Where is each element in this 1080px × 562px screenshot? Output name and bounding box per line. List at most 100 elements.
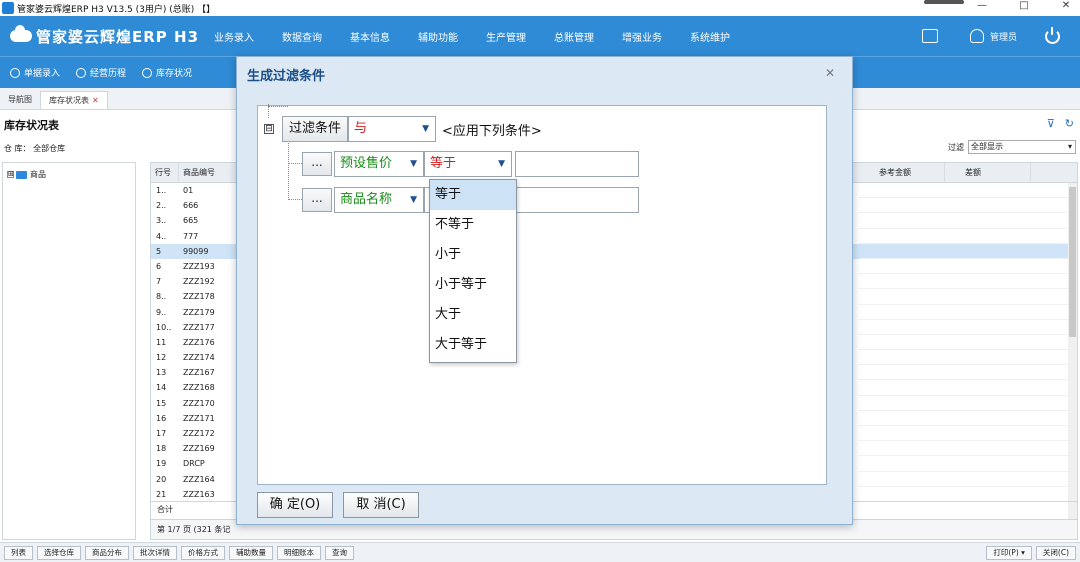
table-row-right[interactable] [859, 426, 1077, 442]
tree-node-products[interactable]: ⊞ 商品 [7, 169, 131, 180]
menu-item-ledger[interactable]: 总账管理 [554, 29, 594, 44]
dropdown-arrow-icon: ▼ [410, 159, 417, 169]
quick-business-history[interactable]: 经营历程 [76, 66, 126, 79]
window-title-bar: 管家婆云辉煌ERP H3 V13.5 (3用户) (总账) 【】 — □ ✕ [0, 0, 1080, 16]
menu-item-production[interactable]: 生产管理 [486, 29, 526, 44]
filter-icon[interactable]: ⊽ [1047, 117, 1055, 130]
user-name[interactable]: 管理员 [990, 30, 1017, 43]
table-row-right[interactable] [859, 274, 1077, 290]
cell-row-no: 1.. [156, 186, 167, 195]
cell-code: ZZZ192 [183, 277, 215, 287]
tab-stock-status[interactable]: 库存状况表 ✕ [40, 91, 108, 109]
table-row-right[interactable] [859, 411, 1077, 426]
table-row-right[interactable] [859, 396, 1077, 411]
menu-item-auxiliary[interactable]: 辅助功能 [418, 29, 458, 44]
refresh-icon[interactable]: ↻ [1065, 117, 1074, 130]
col-header-difference[interactable]: 差额 [945, 163, 1031, 182]
collapse-icon[interactable]: ⊟ [264, 124, 274, 134]
batch-detail-button[interactable]: 批次详情 [133, 545, 177, 560]
price-mode-button[interactable]: 价格方式 [181, 545, 225, 560]
minimize-button[interactable]: — [974, 0, 990, 11]
power-icon[interactable] [1045, 26, 1060, 44]
tab-close-icon[interactable]: ✕ [92, 96, 99, 105]
vertical-scrollbar[interactable] [1068, 183, 1077, 539]
table-row-right[interactable] [859, 305, 1077, 320]
list-button[interactable]: 列表 [4, 545, 33, 560]
quick-document-entry[interactable]: 单据录入 [10, 66, 60, 79]
col-header-row-no[interactable]: 行号 [151, 163, 179, 182]
dialog-close-icon[interactable]: ✕ [824, 67, 836, 79]
condition-more-button[interactable]: ... [302, 188, 332, 212]
close-window-button[interactable]: ✕ [1058, 0, 1074, 11]
table-row-right[interactable] [859, 365, 1077, 381]
dropdown-option-greater[interactable]: 大于 [430, 300, 516, 330]
maximize-button[interactable]: □ [1016, 0, 1032, 11]
dropdown-option-not-equal[interactable]: 不等于 [430, 210, 516, 240]
condition-value-input[interactable] [515, 187, 639, 213]
dropdown-option-less[interactable]: 小于 [430, 240, 516, 270]
table-row-right[interactable] [859, 335, 1077, 351]
dropdown-arrow-icon: ▼ [410, 195, 417, 205]
user-icon[interactable] [969, 29, 984, 43]
message-icon[interactable] [921, 29, 938, 43]
table-row-right[interactable] [859, 259, 1077, 275]
print-button[interactable]: 打印(P) ▾ [986, 546, 1032, 560]
table-row-right[interactable] [859, 183, 1077, 199]
quick-stock-status[interactable]: 库存状况 [142, 66, 192, 79]
table-row-right[interactable] [859, 289, 1077, 305]
tab-navigation[interactable]: 导航图 [0, 91, 40, 109]
cancel-button[interactable]: 取 消(C) [343, 492, 419, 518]
menu-item-enhanced[interactable]: 增强业务 [622, 29, 662, 44]
cell-row-no: 10.. [156, 322, 172, 332]
menu-item-basic-info[interactable]: 基本信息 [350, 29, 390, 44]
dropdown-option-equal[interactable]: 等于 [430, 180, 516, 210]
dropdown-option-greater-equal[interactable]: 大于等于 [430, 330, 516, 360]
col-header-code[interactable]: 商品编号 [179, 163, 239, 182]
cell-code: ZZZ174 [183, 353, 215, 363]
table-row-right[interactable] [859, 456, 1077, 472]
table-row-right[interactable] [859, 380, 1077, 396]
tree-connector [288, 199, 302, 200]
table-row-right[interactable] [859, 350, 1077, 366]
detail-ledger-button[interactable]: 明细账本 [277, 545, 321, 560]
dropdown-option-less-equal[interactable]: 小于等于 [430, 270, 516, 300]
table-row-right[interactable] [859, 243, 1077, 259]
condition-operator-combo[interactable]: 等于 ▼ [424, 151, 512, 177]
menu-item-data-query[interactable]: 数据查询 [282, 29, 322, 44]
select-warehouse-button[interactable]: 选择仓库 [37, 545, 81, 560]
table-row-right[interactable] [859, 229, 1077, 244]
app-icon [2, 2, 14, 14]
table-row-right[interactable] [859, 472, 1077, 487]
condition-field-combo[interactable]: 预设售价 ▼ [334, 151, 424, 177]
ok-button[interactable]: 确 定(O) [257, 492, 333, 518]
condition-more-button[interactable]: ... [302, 152, 332, 176]
condition-value-input[interactable] [515, 151, 639, 177]
table-row-right[interactable] [859, 213, 1077, 229]
tree-expand-icon[interactable]: ⊞ [7, 171, 14, 178]
aux-quantity-button[interactable]: 辅助数量 [229, 545, 273, 560]
table-row-right[interactable] [859, 441, 1077, 457]
table-row-right[interactable] [859, 198, 1077, 214]
cell-row-no: 19 [156, 459, 167, 469]
menu-item-business-entry[interactable]: 业务录入 [214, 29, 254, 44]
table-row-right[interactable] [859, 320, 1077, 335]
query-button[interactable]: 查询 [325, 545, 354, 560]
table-row-right[interactable] [859, 487, 1077, 502]
cell-row-no: 8.. [156, 292, 167, 302]
cell-row-no: 14 [156, 383, 167, 393]
cell-row-no: 18 [156, 444, 167, 454]
filter-select[interactable]: 全部显示 [968, 140, 1076, 154]
menu-item-system[interactable]: 系统维护 [690, 29, 730, 44]
close-button[interactable]: 关闭(C) [1035, 546, 1076, 560]
col-header-ref-amount[interactable]: 参考金额 [859, 163, 945, 182]
filter-condition-button[interactable]: 过滤条件 [282, 116, 349, 142]
page-title: 库存状况表 [4, 119, 59, 132]
product-distribution-button[interactable]: 商品分布 [85, 545, 129, 560]
logic-operator-combo[interactable]: 与 ▼ [348, 116, 437, 142]
tree-connector [268, 106, 288, 107]
cell-code: ZZZ169 [183, 444, 215, 454]
cell-code: 666 [183, 201, 199, 211]
cell-row-no: 6 [156, 261, 162, 271]
condition-field-combo[interactable]: 商品名称 ▼ [334, 187, 424, 213]
cell-code: ZZZ163 [183, 489, 215, 499]
